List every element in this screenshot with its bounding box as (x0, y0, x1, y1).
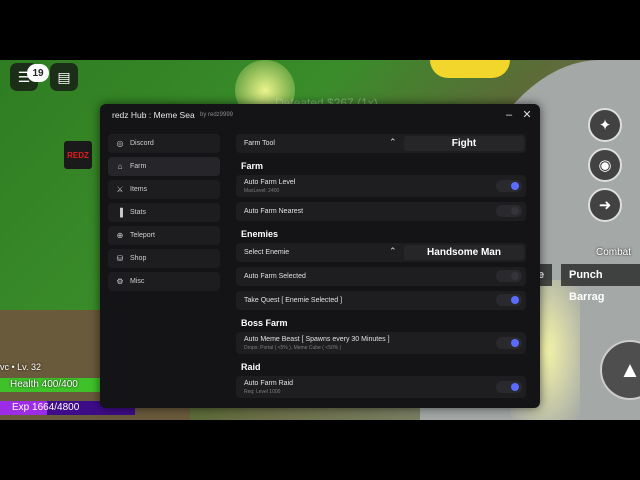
home-icon: ⌂ (117, 162, 123, 171)
auto-farm-level-toggle[interactable] (496, 180, 522, 192)
section-enemies: Enemies (241, 229, 279, 239)
clipboard-icon[interactable]: ▤ (50, 63, 78, 91)
gear-icon: ⚙ (116, 277, 124, 286)
auto-farm-nearest-toggle[interactable] (496, 205, 522, 217)
exp-text: Exp 1664/4800 (12, 402, 80, 413)
hub-content: Farm Tool ⌃ Fight Farm Auto Farm Level M… (236, 134, 532, 408)
sidebar-item-shop[interactable]: ⛁ Shop (108, 249, 220, 268)
hub-subtitle: by redz9999 (200, 112, 234, 118)
discord-icon: ◎ (116, 139, 124, 148)
bars-icon: ▐ (117, 208, 123, 217)
sidebar-item-teleport[interactable]: ⊕ Teleport (108, 226, 220, 245)
cart-icon: ⛁ (116, 254, 124, 263)
auto-farm-raid-row[interactable]: Auto Farm Raid Req: Level 1000 (236, 376, 526, 398)
sparkle-icon[interactable]: ✦ (588, 108, 622, 142)
sidebar-item-label: Items (130, 186, 148, 193)
toggle-knob (511, 207, 519, 215)
health-text: Health 400/400 (10, 379, 78, 390)
sidebar-item-misc[interactable]: ⚙ Misc (108, 272, 220, 291)
eye-icon[interactable]: ◉ (588, 148, 622, 182)
section-boss-farm: Boss Farm (241, 318, 288, 328)
auto-farm-raid-toggle[interactable] (496, 381, 522, 393)
toggle-knob (511, 296, 519, 304)
dropdown-label: Farm Tool (244, 140, 275, 147)
toggle-knob (511, 272, 519, 280)
select-enemie-dropdown[interactable]: Select Enemie ⌃ Handsome Man (236, 243, 526, 262)
auto-meme-beast-row[interactable]: Auto Meme Beast [ Spawns every 30 Minute… (236, 332, 526, 354)
sidebar-item-label: Shop (130, 255, 147, 262)
sidebar-item-label: Stats (130, 209, 146, 216)
toggle-label: Auto Farm Raid (244, 380, 294, 387)
section-raid: Raid (241, 362, 261, 372)
take-quest-row[interactable]: Take Quest [ Enemie Selected ] (236, 291, 526, 310)
auto-farm-selected-row[interactable]: Auto Farm Selected (236, 267, 526, 286)
hub-sidebar: ◎ Discord ⌂ Farm ⚔ Items ▐ Stats ⊕ Teleport ⛁… (108, 134, 220, 295)
sidebar-item-stats[interactable]: ▐ Stats (108, 203, 220, 222)
hub-header[interactable]: redz Hub : Meme Sea by redz9999 – ✕ (100, 104, 540, 128)
letterbox-top (0, 0, 640, 60)
sidebar-item-discord[interactable]: ◎ Discord (108, 134, 220, 153)
toggle-description: MaxLevel: 2400 (244, 188, 280, 194)
auto-farm-nearest-row[interactable]: Auto Farm Nearest (236, 202, 526, 221)
toggle-label: Auto Meme Beast [ Spawns every 30 Minute… (244, 336, 390, 343)
auto-meme-beast-toggle[interactable] (496, 337, 522, 349)
sidebar-item-items[interactable]: ⚔ Items (108, 180, 220, 199)
letterbox-bottom (0, 420, 640, 480)
swords-icon: ⚔ (116, 185, 124, 194)
sidebar-item-label: Teleport (130, 232, 155, 239)
auto-farm-selected-toggle[interactable] (496, 270, 522, 282)
toggle-knob (511, 339, 519, 347)
compass-icon: ⊕ (116, 231, 124, 240)
combat-label: Combat (596, 247, 632, 258)
hub-title: redz Hub : Meme Sea (112, 110, 195, 120)
chevron-up-icon: ⌃ (389, 246, 397, 256)
redz-logo[interactable]: REDZ (64, 141, 92, 169)
skill-punch-barrage[interactable]: Punch Barrag (561, 264, 640, 303)
take-quest-toggle[interactable] (496, 294, 522, 306)
hub-window: redz Hub : Meme Sea by redz9999 – ✕ ◎ Dis… (100, 104, 540, 408)
dropdown-label: Select Enemie (244, 249, 290, 256)
sidebar-item-label: Discord (130, 140, 154, 147)
chevron-up-icon: ⌃ (389, 137, 397, 147)
dropdown-value: Fight (404, 136, 524, 151)
toggle-description: Req: Level 1000 (244, 389, 281, 395)
toggle-knob (511, 383, 519, 391)
minimize-button[interactable]: – (502, 108, 516, 122)
auto-farm-level-row[interactable]: Auto Farm Level MaxLevel: 2400 (236, 175, 526, 197)
section-farm: Farm (241, 161, 264, 171)
arrow-right-icon[interactable]: ➜ (588, 188, 622, 222)
toggle-description: Drops: Portal ( <5% ), Meme Cube ( <50% … (244, 345, 342, 351)
toggle-label: Auto Farm Selected (244, 273, 306, 280)
sidebar-item-label: Farm (130, 163, 147, 170)
sidebar-item-farm[interactable]: ⌂ Farm (108, 157, 220, 176)
toggle-knob (511, 182, 519, 190)
toggle-label: Take Quest [ Enemie Selected ] (244, 297, 343, 304)
farm-tool-dropdown[interactable]: Farm Tool ⌃ Fight (236, 134, 526, 153)
sidebar-item-label: Misc (130, 278, 145, 285)
yellow-object (430, 60, 510, 78)
notification-badge: 19 (27, 64, 49, 82)
player-name-level: vc • Lv. 32 (0, 362, 42, 372)
toggle-label: Auto Farm Level (244, 179, 296, 186)
close-button[interactable]: ✕ (520, 108, 534, 122)
dropdown-value: Handsome Man (404, 245, 524, 260)
toggle-label: Auto Farm Nearest (244, 208, 304, 215)
